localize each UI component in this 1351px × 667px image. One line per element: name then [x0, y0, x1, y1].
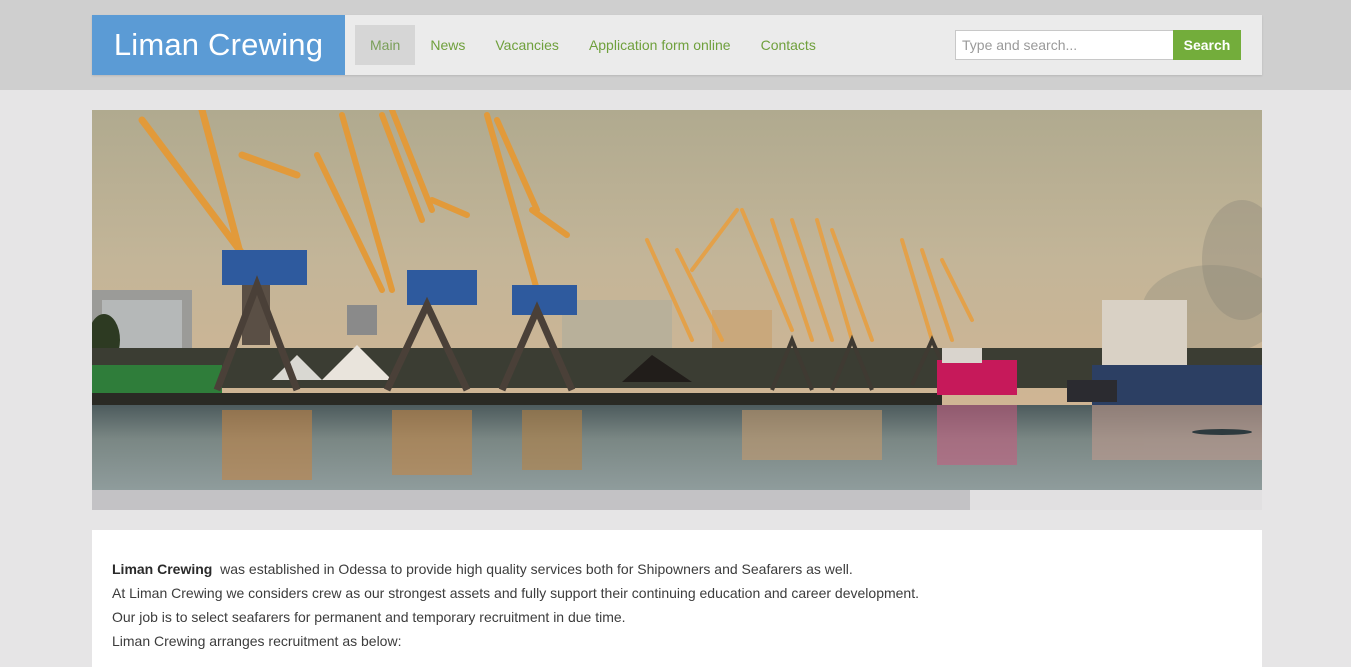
search-button[interactable]: Search — [1173, 30, 1241, 60]
intro-line-2: Our job is to select seafarers for perma… — [112, 609, 626, 625]
intro-section: Liman Crewing was established in Odessa … — [92, 530, 1262, 667]
search-input[interactable] — [955, 30, 1173, 60]
search-form: Search — [955, 30, 1241, 60]
nav-item-vacancies[interactable]: Vacancies — [480, 25, 574, 65]
intro-line-1: At Liman Crewing we considers crew as ou… — [112, 585, 919, 601]
intro-lead-bold: Liman Crewing — [112, 561, 213, 577]
hero-slider[interactable] — [92, 110, 1262, 490]
main-nav: Main News Vacancies Application form onl… — [355, 25, 831, 65]
nav-item-main[interactable]: Main — [355, 25, 416, 65]
site-header: Liman Crewing Main News Vacancies Applic… — [92, 15, 1262, 75]
site-logo[interactable]: Liman Crewing — [92, 15, 345, 75]
nav-item-application-form[interactable]: Application form online — [574, 25, 746, 65]
slider-progress-fill — [92, 490, 970, 510]
intro-line-3: Liman Crewing arranges recruitment as be… — [112, 633, 402, 649]
slider-progress-bar — [92, 490, 1262, 510]
harbor-photo — [92, 110, 1262, 490]
intro-lead: Liman Crewing was established in Odessa … — [112, 557, 1242, 581]
nav-item-news[interactable]: News — [415, 25, 480, 65]
nav-item-contacts[interactable]: Contacts — [746, 25, 831, 65]
intro-lead-text: was established in Odessa to provide hig… — [212, 561, 853, 577]
